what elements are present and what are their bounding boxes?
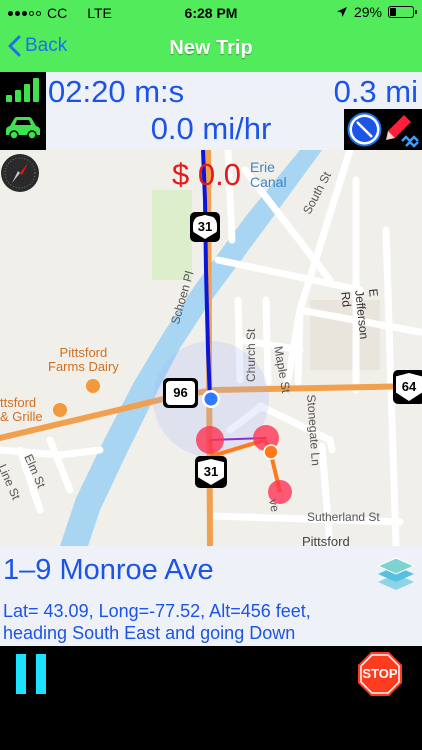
map-compass-icon[interactable] <box>0 153 40 193</box>
label-erie-canal: Erie Canal <box>250 159 287 190</box>
status-bar: CC LTE 6:28 PM 29% <box>0 0 422 26</box>
label-pittsford: Pittsford <box>302 534 350 546</box>
control-bar: STOP <box>0 646 422 750</box>
label-sutherland-st: Sutherland St <box>307 510 380 524</box>
signal-bars-icon <box>6 78 39 102</box>
stop-marker <box>196 426 224 454</box>
layers-icon[interactable] <box>376 552 416 592</box>
waypoint-marker <box>263 444 279 460</box>
pause-button[interactable] <box>16 654 48 694</box>
label-e-jefferson-rd: E Jefferson Rd <box>338 288 381 340</box>
current-address: 1–9 Monroe Ave <box>3 554 214 586</box>
trip-screen: CC LTE 6:28 PM 29% Back New Trip 02:20 m… <box>0 0 422 750</box>
battery-percent: 29% <box>353 4 382 20</box>
location-arrow-icon <box>336 7 347 17</box>
coordinates-line: Lat= 43.09, Long=-77.52, Alt=456 feet, <box>3 601 311 621</box>
trip-cost: $ 0.0 <box>172 157 241 192</box>
pause-icon <box>16 654 26 694</box>
pen-icon[interactable] <box>384 111 420 148</box>
dairy-poi-icon <box>86 379 100 393</box>
address-panel: 1–9 Monroe Ave Lat= 43.09, Long=-77.52, … <box>0 546 422 646</box>
navigation-bar: Back New Trip <box>0 26 422 72</box>
label-pittsford-farms-dairy: Pittsford Farms Dairy <box>48 345 119 374</box>
route-31-shield-bottom: 31 <box>195 456 227 488</box>
trip-stats-panel: 02:20 m:s 0.3 mi 0.0 mi/hr <box>0 72 422 150</box>
label-church-st: Church St <box>244 328 258 382</box>
map-view[interactable]: 31 96 31 64 Erie Canal South St Schoen P… <box>0 150 422 546</box>
label-pittsford-grille: ttsford & Grille <box>0 395 43 424</box>
heading-line: heading South East and going Down <box>3 623 296 643</box>
stop-label: STOP <box>362 666 398 681</box>
battery-icon <box>388 6 417 18</box>
route-31-shield: 31 <box>190 212 220 242</box>
compass-icon[interactable] <box>347 112 382 147</box>
route-64-shield: 64 <box>393 370 422 404</box>
trip-distance: 0.3 mi <box>333 74 418 109</box>
label-ve: ve <box>266 498 283 513</box>
page-title: New Trip <box>169 37 253 59</box>
battery-level <box>390 8 396 16</box>
grille-poi-icon <box>53 403 67 417</box>
stop-button[interactable]: STOP <box>357 651 403 697</box>
route-96-shield: 96 <box>163 378 198 408</box>
trip-duration: 02:20 m:s <box>48 74 185 109</box>
